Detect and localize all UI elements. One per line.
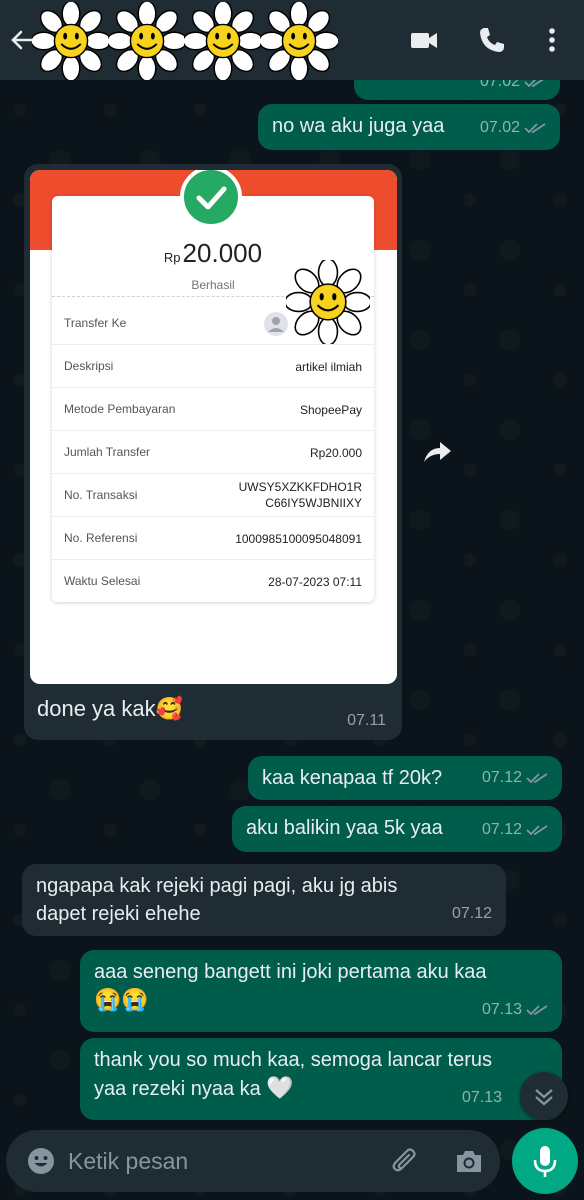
receipt-row: Metode Pembayaran ShopeePay [52, 388, 374, 431]
mic-button[interactable] [512, 1128, 578, 1194]
message-bubble-outgoing[interactable]: aaa seneng bangett ini joki pertama aku … [80, 950, 562, 1032]
message-text-line2: yaa rezeki nyaa ka [94, 1078, 261, 1100]
message-time: 07.12 [481, 769, 522, 786]
row-value: ShopeePay [299, 403, 362, 417]
transaction-id-line1: UWSY5XZKKFDHO1R [238, 480, 362, 494]
message-text: aku balikin yaa 5k yaa [246, 817, 443, 839]
receipt-row: No. Transaksi UWSY5XZKKFDHO1R C66IY5WJBN… [52, 474, 374, 517]
crying-emoji: 😭😭 [94, 987, 149, 1012]
message-time: 07.12 [451, 905, 492, 922]
attach-icon[interactable] [390, 1146, 420, 1176]
message-bubble-outgoing[interactable]: aku balikin yaa 5k yaa 07.12 [232, 806, 562, 852]
read-ticks-icon [526, 1005, 548, 1016]
forward-icon[interactable] [420, 438, 454, 466]
message-input[interactable]: Ketik pesan [68, 1148, 188, 1175]
row-label: Transfer Ke [64, 316, 127, 330]
message-time: 07.12 [481, 821, 522, 838]
image-caption: done ya kak🥰 [37, 696, 183, 722]
row-value: 1000985100095048091 [235, 532, 362, 546]
row-value: Rp20.000 [309, 446, 362, 460]
message-time: 07.02 [479, 119, 520, 136]
message-text-line2: dapet rejeki ehehe [36, 903, 201, 925]
daisy-smiley-sticker [108, 2, 186, 80]
row-label: Metode Pembayaran [64, 402, 176, 416]
chat-header [0, 0, 584, 80]
contact-avatar-stickers[interactable] [32, 2, 342, 80]
receipt-row: No. Referensi 1000985100095048091 [52, 517, 374, 560]
read-ticks-icon [526, 773, 548, 784]
white-heart-emoji: 🤍 [266, 1075, 294, 1100]
success-check-icon [180, 170, 242, 228]
emoji-icon[interactable] [26, 1146, 56, 1176]
daisy-smiley-sticker [286, 260, 370, 344]
daisy-smiley-sticker [32, 2, 110, 80]
row-label: No. Transaksi [64, 488, 138, 502]
receipt-row: Deskripsi artikel ilmiah [52, 345, 374, 388]
row-value: 28-07-2023 07:11 [268, 575, 362, 589]
receipt-card: Rp20.000 Berhasil Transfer Ke Deskripsi … [52, 170, 374, 603]
message-time: 07.13 [461, 1089, 502, 1106]
row-label: Jumlah Transfer [64, 445, 151, 459]
row-value: UWSY5XZKKFDHO1R C66IY5WJBNIIXY [239, 479, 362, 511]
daisy-smiley-sticker [260, 2, 338, 80]
recipient-avatar-icon [264, 312, 288, 336]
read-ticks-icon [524, 123, 546, 134]
scroll-to-bottom-button[interactable] [520, 1072, 568, 1120]
voice-call-icon[interactable] [476, 24, 508, 56]
message-bubble-incoming[interactable]: ngapapa kak rejeki pagi pagi, aku jg abi… [22, 864, 506, 936]
caption-text: done ya kak [37, 696, 156, 721]
receipt-row: Jumlah Transfer Rp20.000 [52, 431, 374, 474]
receipt-row: Waktu Selesai 28-07-2023 07:11 [52, 560, 374, 603]
double-chevron-down-icon [535, 1089, 553, 1106]
transaction-id-line2: C66IY5WJBNIIXY [265, 496, 362, 510]
smiling-hearts-emoji: 🥰 [155, 696, 184, 721]
message-bubble-outgoing[interactable]: no wa aku juga yaa 07.02 [258, 104, 560, 150]
message-text-line1: aaa seneng bangett ini joki pertama aku … [94, 961, 487, 983]
message-bubble-outgoing[interactable]: kaa kenapaa tf 20k? 07.12 [248, 756, 562, 800]
row-label: Deskripsi [64, 359, 114, 373]
video-call-icon[interactable] [408, 24, 440, 56]
message-text: kaa kenapaa tf 20k? [262, 767, 443, 789]
message-time: 07.11 [347, 712, 386, 729]
row-value: artikel ilmiah [295, 360, 362, 374]
image-message-bubble[interactable]: Rp20.000 Berhasil Transfer Ke Deskripsi … [24, 164, 402, 740]
row-label: Waktu Selesai [64, 574, 141, 588]
message-time: 07.13 [481, 1001, 522, 1018]
amount-value: 20.000 [182, 238, 263, 268]
more-options-icon[interactable] [536, 24, 568, 56]
daisy-smiley-sticker [184, 2, 262, 80]
message-text-line1: thank you so much kaa, semoga lancar ter… [94, 1049, 492, 1071]
message-bubble-outgoing[interactable]: thank you so much kaa, semoga lancar ter… [80, 1038, 562, 1120]
camera-icon[interactable] [454, 1147, 484, 1175]
row-label: No. Referensi [64, 531, 138, 545]
currency-label: Rp [163, 250, 181, 265]
payment-receipt-image[interactable]: Rp20.000 Berhasil Transfer Ke Deskripsi … [30, 170, 397, 684]
message-text: no wa aku juga yaa [272, 115, 445, 137]
receipt-rows: Transfer Ke Deskripsi artikel ilmiah Met… [52, 302, 374, 603]
mic-icon [533, 1146, 557, 1177]
message-input-bar: Ketik pesan [6, 1130, 500, 1192]
read-ticks-icon [526, 825, 548, 836]
message-text-line1: ngapapa kak rejeki pagi pagi, aku jg abi… [36, 875, 398, 897]
